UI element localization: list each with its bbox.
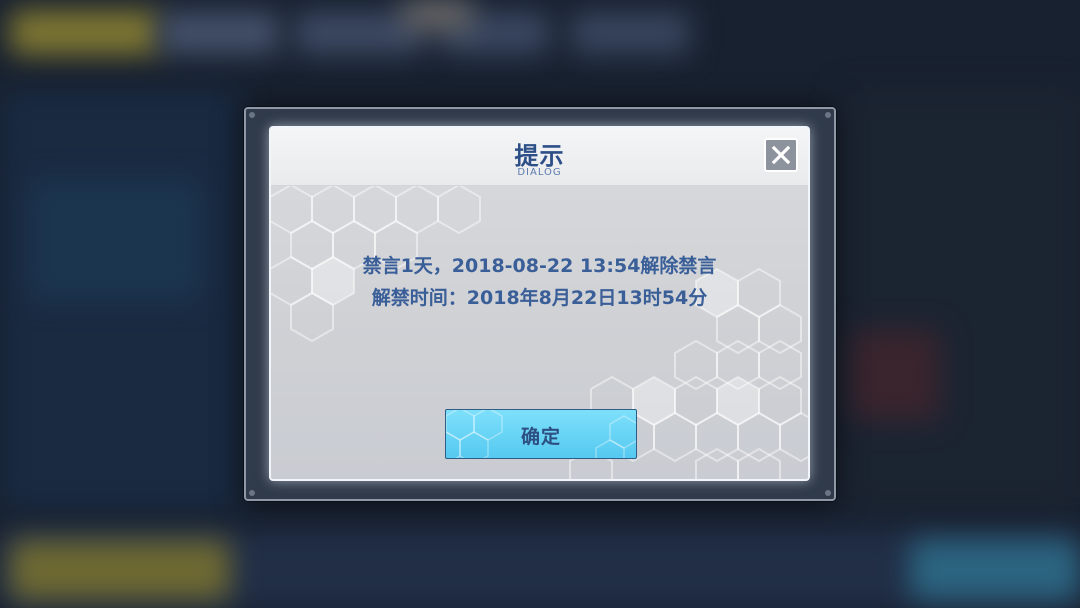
unmute-time-line: 解禁时间：2018年8月22日13时54分 <box>371 287 708 309</box>
rivet <box>249 112 255 118</box>
close-icon <box>771 145 791 165</box>
dialog-message: 禁言1天，2018-08-22 13:54解除禁言 解禁时间：2018年8月22… <box>271 250 808 314</box>
dialog-title: 提示 <box>514 142 565 170</box>
close-button[interactable] <box>764 138 798 172</box>
rivet <box>825 490 831 496</box>
dialog-subtitle: DIALOG <box>517 167 562 178</box>
confirm-button-label: 确定 <box>520 426 561 448</box>
rivet <box>825 112 831 118</box>
confirm-button[interactable]: 确定 <box>445 409 637 459</box>
dialog-header: 提示 DIALOG <box>271 128 808 186</box>
notice-dialog: 提示 DIALOG 禁言1天，2018-08-22 13:54解除禁言 解禁时间… <box>269 126 810 481</box>
mute-notice-line: 禁言1天，2018-08-22 13:54解除禁言 <box>362 255 717 277</box>
rivet <box>249 490 255 496</box>
